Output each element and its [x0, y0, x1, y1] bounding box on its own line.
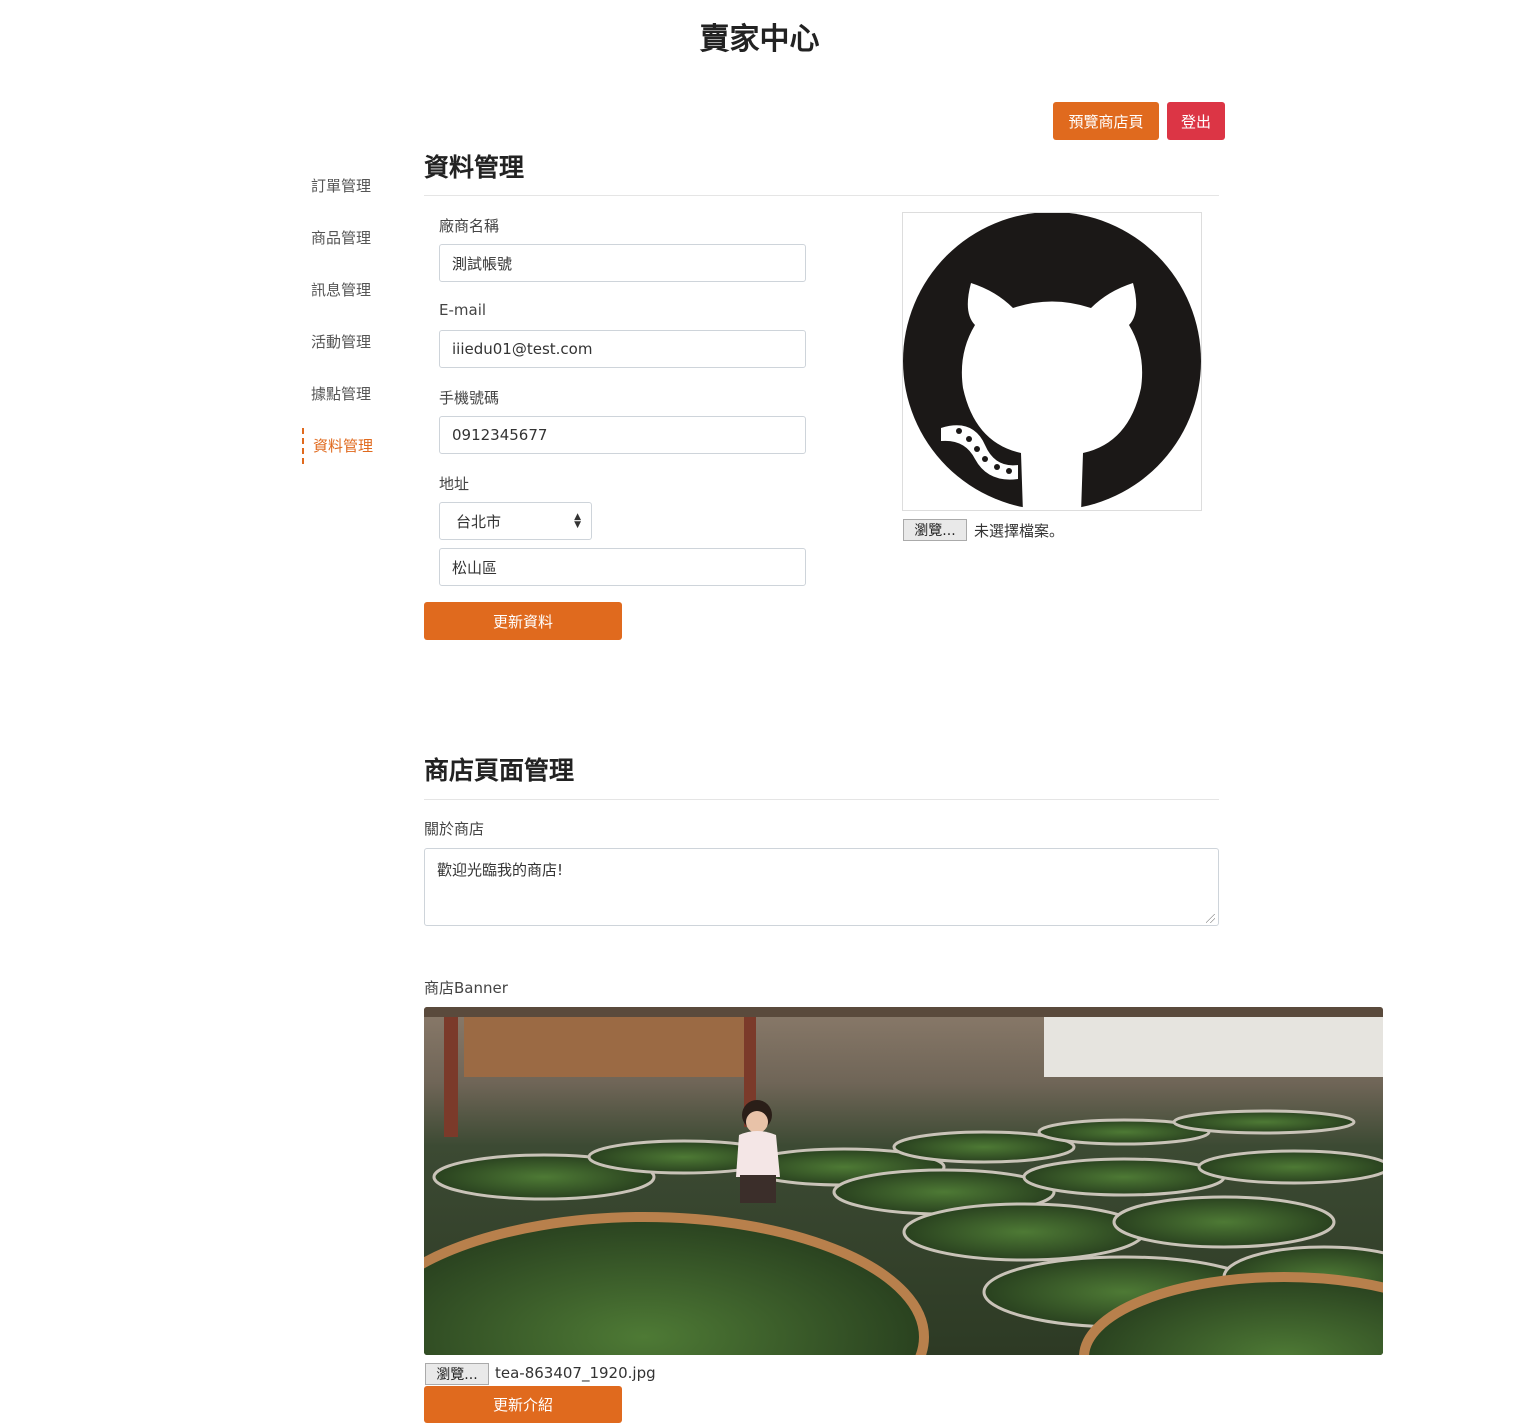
sidebar-item-orders[interactable]: 訂單管理 — [311, 175, 371, 196]
avatar-file-status: 未選擇檔案。 — [974, 522, 1065, 540]
vendor-name-label: 廠商名稱 — [439, 217, 500, 235]
github-logo-icon — [903, 213, 1201, 510]
email-input[interactable]: iiiedu01@test.com — [439, 330, 806, 368]
district-input[interactable]: 松山區 — [439, 548, 806, 586]
city-select-value: 台北市 — [456, 512, 502, 531]
email-label: E-mail — [439, 301, 487, 319]
sidebar-active-indicator — [302, 428, 304, 464]
update-profile-button[interactable]: 更新資料 — [424, 602, 622, 640]
sidebar-item-locations[interactable]: 據點管理 — [311, 383, 371, 404]
banner-file-name: tea-863407_1920.jpg — [495, 1364, 656, 1382]
update-intro-button[interactable]: 更新介紹 — [424, 1386, 622, 1423]
address-label: 地址 — [439, 475, 470, 493]
preview-store-button[interactable]: 預覽商店頁 — [1053, 102, 1159, 140]
vendor-name-input[interactable]: 測試帳號 — [439, 244, 806, 282]
store-section-divider — [424, 799, 1219, 800]
about-store-textarea[interactable]: 歡迎光臨我的商店! — [424, 848, 1219, 926]
sidebar-item-profile[interactable]: 資料管理 — [313, 435, 373, 456]
page-title: 賣家中心 — [699, 22, 820, 57]
select-arrows-icon: ▲ ▼ — [574, 512, 581, 530]
avatar-browse-button[interactable]: 瀏覽... — [903, 519, 967, 541]
sidebar-item-events[interactable]: 活動管理 — [311, 331, 371, 352]
tea-baskets-photo — [424, 1007, 1383, 1355]
banner-image — [424, 1007, 1383, 1355]
avatar-image — [902, 212, 1202, 511]
sidebar-item-messages[interactable]: 訊息管理 — [311, 279, 371, 300]
store-section-title: 商店頁面管理 — [424, 756, 575, 785]
phone-label: 手機號碼 — [439, 389, 500, 407]
profile-section-title: 資料管理 — [424, 153, 525, 182]
profile-section-divider — [424, 195, 1219, 196]
phone-input[interactable]: 0912345677 — [439, 416, 806, 454]
about-store-text: 歡迎光臨我的商店! — [437, 861, 564, 879]
resize-grip-icon[interactable] — [1206, 914, 1215, 923]
about-store-label: 關於商店 — [424, 820, 485, 838]
city-select[interactable]: 台北市 ▲ ▼ — [439, 502, 592, 540]
sidebar-item-products[interactable]: 商品管理 — [311, 227, 371, 248]
banner-browse-button[interactable]: 瀏覽... — [425, 1363, 489, 1385]
banner-label: 商店Banner — [424, 979, 508, 997]
logout-button[interactable]: 登出 — [1167, 102, 1225, 140]
